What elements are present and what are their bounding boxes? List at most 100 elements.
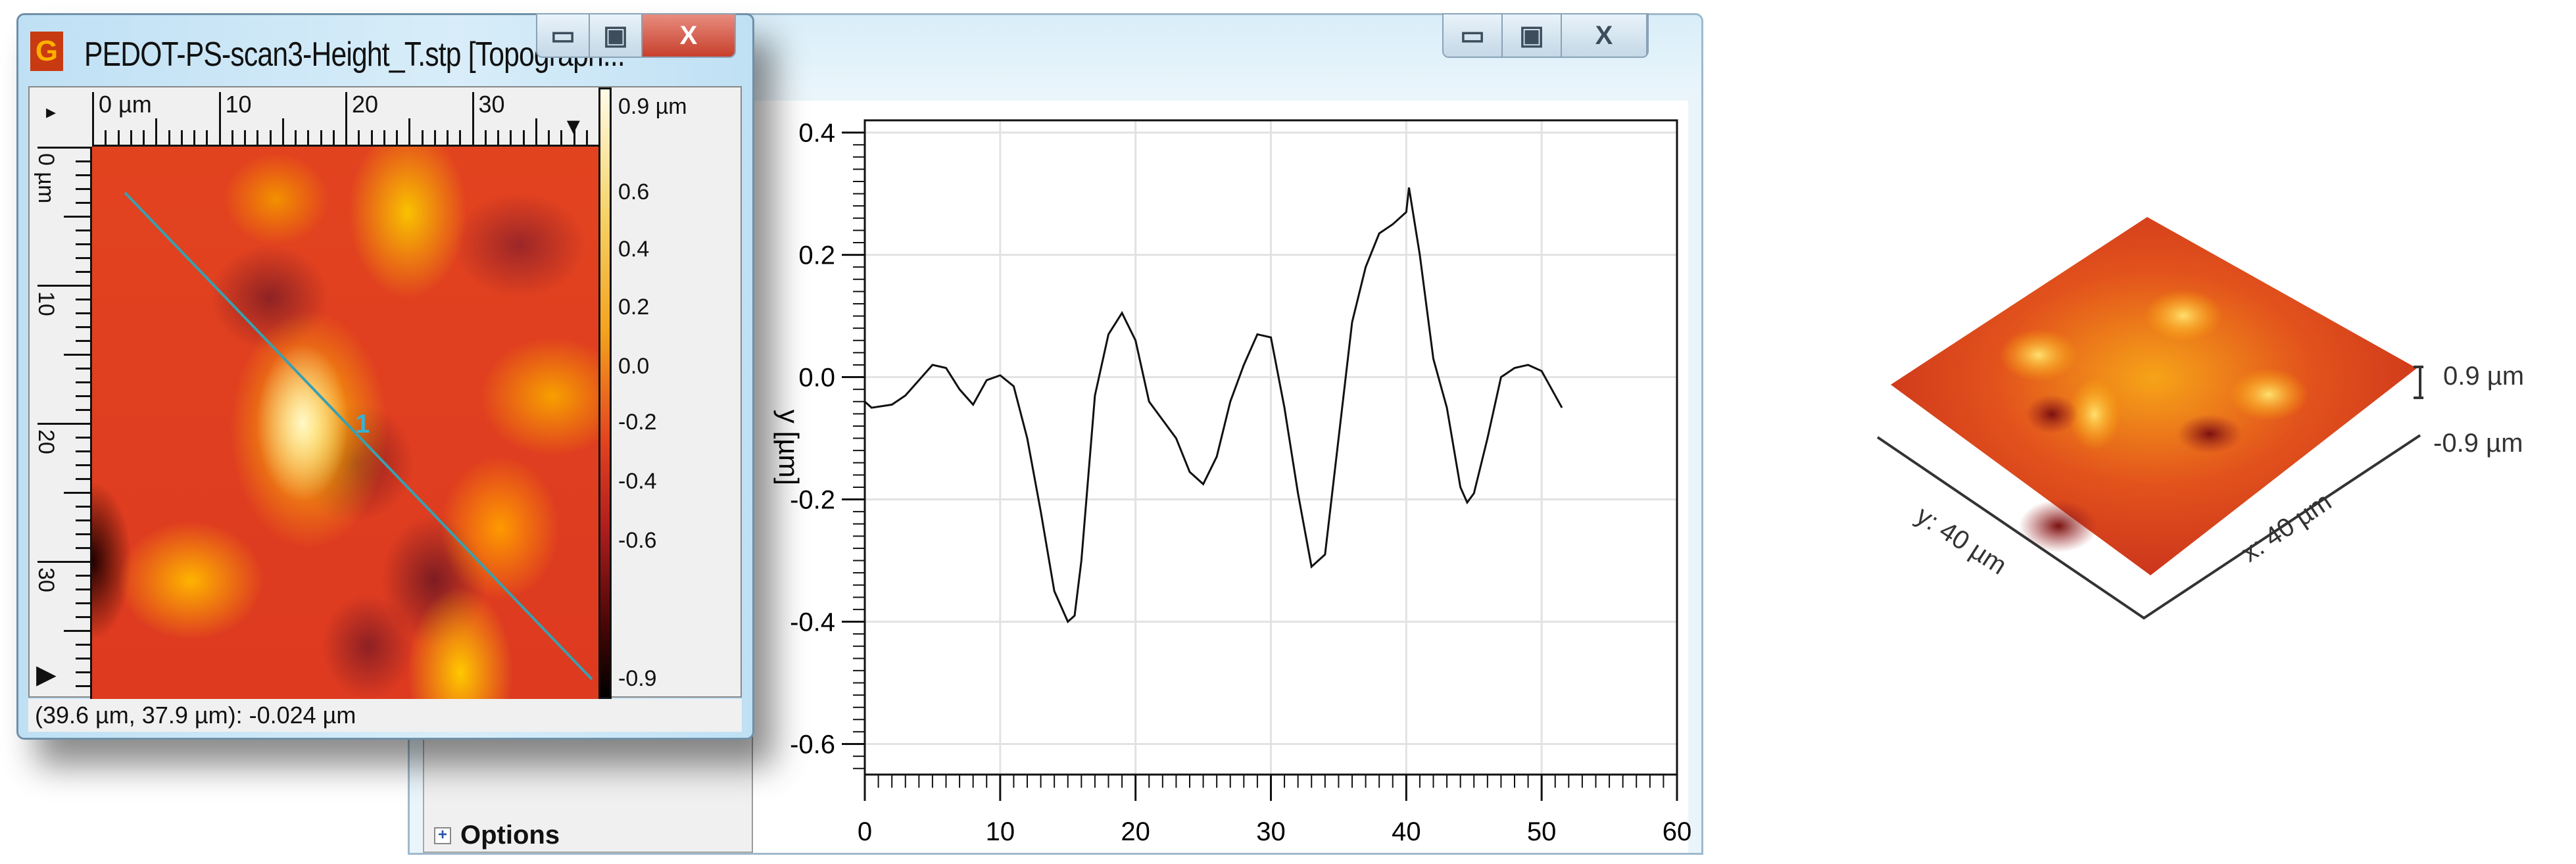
window-controls: ▭ ▣ X xyxy=(536,13,736,58)
x-tick-label: 30 xyxy=(1256,817,1286,846)
topography-image[interactable]: 1 xyxy=(92,147,598,699)
ruler-tick xyxy=(76,478,90,480)
ruler-tick xyxy=(269,130,272,145)
ruler-tick xyxy=(92,92,94,145)
ruler-tick xyxy=(295,130,297,145)
ruler-tick xyxy=(76,368,90,370)
profile-chart: 01020304050600.40.20.0-0.2-0.4-0.6x [µm]… xyxy=(773,119,1692,846)
ruler-tick xyxy=(76,519,90,521)
maximize-button[interactable]: ▣ xyxy=(1503,14,1562,57)
ruler-tick xyxy=(447,130,449,145)
ruler-tick xyxy=(64,630,90,632)
x-tick-label: 10 xyxy=(986,817,1015,846)
ruler-tick xyxy=(358,130,360,145)
ruler-tick xyxy=(76,506,90,508)
expand-icon[interactable]: + xyxy=(434,827,451,844)
ruler-left-label: 20 xyxy=(34,429,59,454)
window-controls: ▭ ▣ X xyxy=(1442,13,1649,58)
ruler-tick xyxy=(76,229,90,231)
image-client: 0 µm 10 20 30 0 µm 10 20 30 ▸ ▼ ▶ 1 0.9 µm 0.6 0… xyxy=(28,86,742,701)
x-tick-label: 50 xyxy=(1527,817,1557,846)
minimize-button[interactable]: ▭ xyxy=(1444,14,1503,57)
ruler-tick xyxy=(472,92,474,145)
ruler-tick xyxy=(37,147,90,149)
surface-mesh[interactable] xyxy=(1891,217,2417,575)
close-button[interactable]: X xyxy=(1562,14,1647,57)
ruler-tick xyxy=(64,492,90,494)
colorbar-label: 0.9 µm xyxy=(618,94,687,119)
ruler-tick xyxy=(256,130,259,145)
ruler-top-label: 0 µm xyxy=(99,91,152,118)
y-tick-label: -0.6 xyxy=(790,731,835,759)
ruler-tick xyxy=(218,92,221,145)
left-ruler[interactable]: 0 µm 10 20 30 xyxy=(30,147,92,701)
maximize-button[interactable]: ▣ xyxy=(590,14,643,57)
profile-line[interactable] xyxy=(92,147,598,699)
ruler-tick xyxy=(76,658,90,660)
ruler-tick xyxy=(76,312,90,314)
ruler-tick xyxy=(193,130,195,145)
ruler-tick xyxy=(76,450,90,452)
profile-marker[interactable]: 1 xyxy=(355,410,370,439)
ruler-tick xyxy=(76,464,90,466)
ruler-tick xyxy=(180,130,183,145)
ruler-left-label: 0 µm xyxy=(34,153,59,204)
close-button[interactable]: X xyxy=(643,14,735,57)
ruler-top-label: 20 xyxy=(352,91,379,118)
colorbar-label: -0.9 xyxy=(618,666,657,691)
ruler-tick xyxy=(76,271,90,273)
ruler-tick xyxy=(484,130,487,145)
ruler-tick xyxy=(76,409,90,411)
y-tick-label: -0.2 xyxy=(790,486,835,515)
ruler-arrow-icon[interactable]: ▸ xyxy=(46,101,56,124)
minimize-button[interactable]: ▭ xyxy=(537,14,590,57)
ruler-tick xyxy=(408,118,411,145)
ruler-tick xyxy=(383,130,385,145)
x-tick-label: 60 xyxy=(1663,817,1692,846)
ruler-marker-icon[interactable]: ▶ xyxy=(36,660,57,690)
ruler-tick xyxy=(244,130,246,145)
ruler-tick xyxy=(37,561,90,563)
ruler-tick xyxy=(231,130,233,145)
profile-line xyxy=(863,187,1563,624)
ruler-tick xyxy=(76,381,90,383)
ruler-marker-icon[interactable]: ▼ xyxy=(562,114,585,139)
ruler-tick xyxy=(105,130,107,145)
y-tick-label: 0.0 xyxy=(798,364,835,393)
ruler-tick xyxy=(76,671,90,673)
options-expander[interactable]: + Options xyxy=(434,821,560,850)
ruler-tick xyxy=(76,437,90,439)
ruler-tick xyxy=(332,130,335,145)
colorbar-label: 0.2 xyxy=(618,295,650,320)
ruler-left-label: 30 xyxy=(34,567,59,592)
ruler-tick xyxy=(76,243,90,245)
ruler-tick xyxy=(76,685,90,687)
x-tick-label: 20 xyxy=(1121,817,1150,846)
y-tick-label: 0.2 xyxy=(798,241,835,270)
ruler-tick xyxy=(155,118,158,145)
ruler-tick xyxy=(76,533,90,535)
ruler-tick xyxy=(281,118,284,145)
colorbar-label: -0.6 xyxy=(618,528,657,553)
ruler-tick xyxy=(459,130,462,145)
ruler-tick xyxy=(76,616,90,618)
top-ruler[interactable]: 0 µm 10 20 30 xyxy=(92,87,600,147)
ruler-tick xyxy=(168,130,170,145)
colorbar-label: 0.6 xyxy=(618,180,650,204)
ruler-tick xyxy=(37,285,90,287)
ruler-tick xyxy=(76,644,90,646)
image-window: G PEDOT-PS-scan3-Height_T.stp [Topograph… xyxy=(16,13,754,740)
ruler-tick xyxy=(206,130,208,145)
ruler-tick xyxy=(76,202,90,204)
colorbar-label: -0.2 xyxy=(618,410,657,435)
ruler-tick xyxy=(76,340,90,342)
ruler-tick xyxy=(76,395,90,397)
ruler-tick xyxy=(421,130,424,145)
x-tick-label: 0 xyxy=(858,817,872,846)
ruler-tick xyxy=(76,326,90,328)
ruler-tick xyxy=(548,130,550,145)
ruler-tick xyxy=(345,92,347,145)
ruler-tick xyxy=(535,118,537,145)
ruler-tick xyxy=(510,130,512,145)
ruler-tick xyxy=(76,299,90,300)
